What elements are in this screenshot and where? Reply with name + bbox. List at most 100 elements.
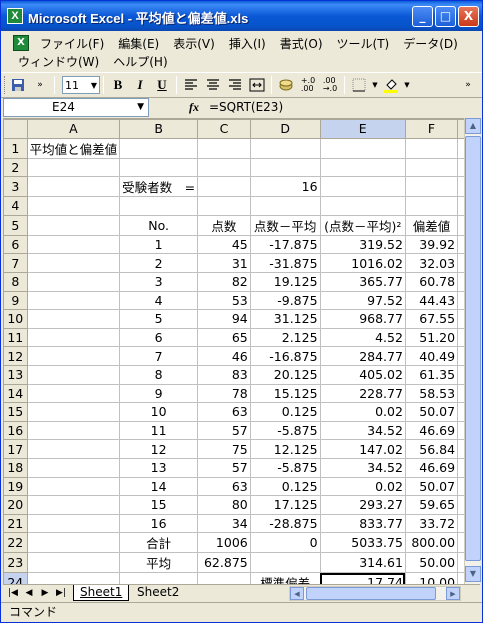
formula-input[interactable]: =SQRT(E23) bbox=[209, 100, 283, 114]
cell[interactable] bbox=[26, 495, 121, 515]
cell[interactable]: 45 bbox=[197, 234, 251, 255]
cell[interactable]: 6 bbox=[119, 327, 199, 348]
cell[interactable]: 51.20 bbox=[404, 327, 459, 348]
menu-item[interactable]: 表示(V) bbox=[166, 35, 222, 52]
menu-item[interactable]: 書式(O) bbox=[273, 35, 330, 52]
cell[interactable] bbox=[26, 253, 121, 273]
cell[interactable]: 58.53 bbox=[404, 383, 459, 404]
cell[interactable]: 5033.75 bbox=[319, 532, 406, 554]
horizontal-scrollbar[interactable]: ◀ ▶ bbox=[289, 586, 461, 601]
cell[interactable]: 1 bbox=[119, 234, 199, 255]
row-header[interactable]: 1 bbox=[3, 137, 28, 159]
cell[interactable] bbox=[197, 157, 251, 178]
row-header[interactable]: 22 bbox=[3, 532, 28, 554]
cell[interactable]: 20.125 bbox=[249, 364, 321, 385]
cell[interactable]: 4.52 bbox=[319, 327, 406, 348]
cell[interactable]: 1006 bbox=[197, 532, 251, 554]
cell[interactable] bbox=[404, 196, 459, 216]
cell[interactable]: -17.875 bbox=[249, 234, 321, 255]
cell[interactable] bbox=[26, 346, 121, 366]
cell[interactable]: 293.27 bbox=[319, 495, 406, 515]
menu-item[interactable]: 挿入(I) bbox=[222, 35, 273, 52]
cell[interactable]: 284.77 bbox=[319, 346, 406, 366]
cell[interactable]: 2 bbox=[119, 253, 199, 273]
cell[interactable]: 40.49 bbox=[404, 346, 459, 366]
cell[interactable] bbox=[197, 572, 251, 584]
menu-item[interactable]: ファイル(F) bbox=[33, 35, 111, 52]
cell[interactable]: 31 bbox=[197, 253, 251, 273]
cell[interactable]: 11 bbox=[119, 420, 199, 441]
scroll-down-icon[interactable]: ▼ bbox=[465, 566, 481, 582]
row-header[interactable]: 19 bbox=[3, 476, 28, 497]
cell[interactable]: 16 bbox=[119, 513, 199, 534]
cell[interactable] bbox=[249, 196, 321, 216]
fill-color-icon[interactable] bbox=[381, 75, 401, 95]
prev-sheet-icon[interactable]: ◀ bbox=[23, 587, 35, 599]
chevron-down-icon[interactable]: ▼ bbox=[137, 99, 144, 116]
row-header[interactable]: 12 bbox=[3, 346, 28, 366]
cell[interactable]: 19.125 bbox=[249, 271, 321, 292]
align-center-icon[interactable] bbox=[203, 75, 223, 95]
cell[interactable]: 14 bbox=[119, 476, 199, 497]
cell[interactable] bbox=[26, 309, 121, 329]
row-header[interactable]: 24 bbox=[3, 572, 28, 584]
cell[interactable]: 63 bbox=[197, 476, 251, 497]
cell[interactable]: 57 bbox=[197, 457, 251, 478]
row-header[interactable]: 7 bbox=[3, 253, 28, 273]
cell[interactable]: -5.875 bbox=[249, 457, 321, 478]
cell[interactable]: 83 bbox=[197, 364, 251, 385]
cell[interactable]: 平均値と偏差値 bbox=[26, 137, 121, 159]
cell[interactable] bbox=[26, 420, 121, 441]
increase-decimal-icon[interactable]: +.0.00 bbox=[298, 75, 318, 95]
cell[interactable]: 13 bbox=[119, 457, 199, 478]
cell[interactable]: 12.125 bbox=[249, 439, 321, 459]
cell[interactable] bbox=[119, 196, 199, 216]
column-header[interactable]: E bbox=[319, 119, 406, 139]
column-header[interactable]: C bbox=[197, 119, 251, 139]
cell[interactable]: 46 bbox=[197, 346, 251, 366]
cell[interactable] bbox=[119, 572, 199, 584]
chevron-down-icon[interactable]: ▼ bbox=[403, 75, 411, 95]
cell[interactable]: 65 bbox=[197, 327, 251, 348]
cell[interactable] bbox=[26, 457, 121, 478]
row-header[interactable]: 6 bbox=[3, 234, 28, 255]
scroll-left-icon[interactable]: ◀ bbox=[290, 587, 304, 600]
cell[interactable]: 17.74 bbox=[319, 572, 406, 584]
cell[interactable]: No. bbox=[119, 214, 199, 236]
cell[interactable]: 75 bbox=[197, 439, 251, 459]
align-left-icon[interactable] bbox=[181, 75, 201, 95]
cell[interactable]: 56.84 bbox=[404, 439, 459, 459]
cell[interactable] bbox=[319, 157, 406, 178]
cell[interactable] bbox=[249, 157, 321, 178]
cell[interactable] bbox=[26, 476, 121, 497]
cell[interactable] bbox=[197, 137, 251, 159]
vertical-scroll-thumb[interactable] bbox=[465, 136, 481, 561]
row-header[interactable]: 21 bbox=[3, 513, 28, 534]
maximize-button[interactable]: □ bbox=[435, 6, 456, 27]
menu-item[interactable]: ヘルプ(H) bbox=[106, 53, 174, 70]
row-header[interactable]: 15 bbox=[3, 402, 28, 422]
cell[interactable]: 点数 bbox=[197, 214, 251, 236]
row-header[interactable]: 20 bbox=[3, 495, 28, 515]
row-header[interactable]: 4 bbox=[3, 196, 28, 216]
cell[interactable]: 34 bbox=[197, 513, 251, 534]
borders-icon[interactable] bbox=[349, 75, 369, 95]
vertical-scrollbar[interactable]: ▲ ▼ bbox=[464, 118, 481, 584]
column-header[interactable]: B bbox=[119, 119, 199, 139]
cell[interactable]: 9 bbox=[119, 383, 199, 404]
cell[interactable]: 365.77 bbox=[319, 271, 406, 292]
cell[interactable] bbox=[26, 572, 121, 584]
menu-item[interactable]: データ(D) bbox=[396, 35, 465, 52]
cell[interactable]: 31.125 bbox=[249, 309, 321, 329]
scroll-right-icon[interactable]: ▶ bbox=[446, 587, 460, 600]
cell[interactable]: 62.875 bbox=[197, 552, 251, 574]
cell[interactable] bbox=[26, 364, 121, 385]
workbook-icon[interactable]: X bbox=[13, 35, 29, 51]
menu-item[interactable]: ウィンドウ(W) bbox=[11, 53, 106, 70]
cell[interactable]: 7 bbox=[119, 346, 199, 366]
horizontal-scroll-thumb[interactable] bbox=[306, 587, 436, 600]
cell[interactable]: -16.875 bbox=[249, 346, 321, 366]
row-header[interactable]: 2 bbox=[3, 157, 28, 178]
cell[interactable]: 点数－平均 bbox=[249, 214, 321, 236]
cell[interactable]: 63 bbox=[197, 402, 251, 422]
